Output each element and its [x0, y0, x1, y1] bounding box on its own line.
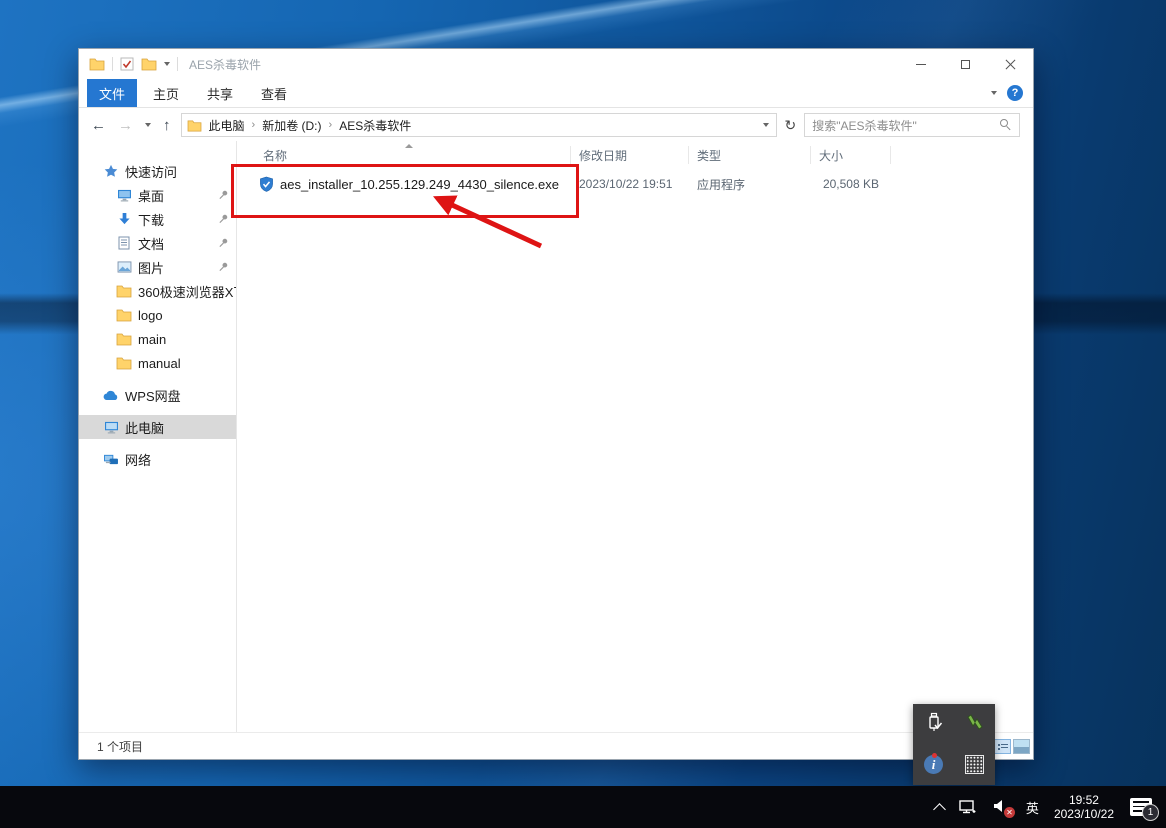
window-controls [898, 49, 1033, 79]
refresh-icon[interactable]: ↻ [785, 117, 797, 134]
forward-icon[interactable]: → [118, 117, 133, 134]
titlebar: AES杀毒软件 [79, 49, 1033, 79]
tray-expand-chevron-icon[interactable] [928, 786, 951, 828]
sidebar-item-folder-main[interactable]: main [79, 327, 236, 351]
address-row: ← → ↑ 此电脑 › 新加卷 (D:) › AES杀毒软件 ↻ 搜索"AES杀… [79, 108, 1033, 143]
navigation-pane: 快速访问 桌面 下载 文档 图片 360极速浏览器X logo main man… [79, 141, 237, 733]
computer-icon [103, 419, 119, 435]
help-icon[interactable]: ? [1007, 85, 1023, 101]
usb-safely-remove-icon[interactable] [924, 711, 944, 738]
sidebar-item-this-pc[interactable]: 此电脑 [79, 415, 236, 439]
star-icon [103, 163, 119, 179]
back-icon[interactable]: ← [91, 117, 106, 134]
pin-icon [218, 188, 229, 203]
sidebar-item-pictures[interactable]: 图片 [79, 255, 236, 279]
breadcrumb-current-folder[interactable]: AES杀毒软件 [332, 117, 418, 134]
sidebar-item-quick-access[interactable]: 快速访问 [79, 159, 236, 183]
volume-muted-icon[interactable]: ✕ [985, 786, 1019, 828]
folder-icon[interactable] [141, 57, 157, 71]
download-icon [116, 211, 132, 227]
clock-time: 19:52 [1068, 793, 1099, 807]
window-title: AES杀毒软件 [189, 57, 262, 72]
pin-icon [218, 212, 229, 227]
tab-home[interactable]: 主页 [141, 79, 191, 107]
close-button[interactable] [988, 49, 1033, 79]
recent-locations-chevron-icon[interactable] [145, 123, 151, 127]
desktop-icon [116, 187, 132, 203]
quick-access-toolbar: AES杀毒软件 [79, 56, 261, 73]
nav-buttons: ← → ↑ [91, 117, 171, 134]
pin-icon [218, 260, 229, 275]
column-header-type[interactable]: 类型 [689, 146, 811, 164]
notification-badge: 1 [1142, 804, 1159, 821]
separator [177, 57, 178, 71]
file-list: 名称 修改日期 类型 大小 aes_installer_10.255.129.2… [237, 141, 1033, 733]
pictures-icon [116, 259, 132, 275]
sidebar-item-folder-manual[interactable]: manual [79, 351, 236, 375]
breadcrumb-this-pc[interactable]: 此电脑 [202, 117, 252, 134]
folder-icon [116, 283, 132, 299]
tray-overflow-popup: i [913, 704, 995, 785]
tab-file[interactable]: 文件 [87, 79, 138, 107]
network-status-icon[interactable] [951, 786, 985, 828]
breadcrumb-drive-d[interactable]: 新加卷 (D:) [255, 117, 328, 134]
taskbar: ✕ 英 19:52 2023/10/22 1 [0, 786, 1166, 828]
cloud-icon [103, 387, 119, 403]
sort-ascending-icon [405, 144, 413, 148]
sidebar-item-desktop[interactable]: 桌面 [79, 183, 236, 207]
file-modified: 2023/10/22 19:51 [579, 177, 673, 191]
address-bar[interactable]: 此电脑 › 新加卷 (D:) › AES杀毒软件 [180, 113, 777, 137]
column-header-size[interactable]: 大小 [811, 146, 891, 164]
status-bar: 1 个项目 [79, 732, 1033, 759]
annotation-arrow [433, 195, 543, 249]
folder-icon [116, 307, 132, 323]
search-icon[interactable] [1000, 119, 1012, 131]
column-header-modified[interactable]: 修改日期 [571, 146, 689, 164]
chevron-down-icon[interactable] [164, 62, 170, 66]
minimize-button[interactable] [898, 49, 943, 79]
document-icon [116, 235, 132, 251]
details-view-toggle[interactable] [994, 739, 1011, 754]
item-count: 1 个项目 [97, 739, 144, 754]
notification-center-icon[interactable]: 1 [1130, 798, 1159, 821]
folder-icon [89, 58, 105, 71]
maximize-button[interactable] [943, 49, 988, 79]
folder-icon [187, 119, 201, 131]
sidebar-item-documents[interactable]: 文档 [79, 231, 236, 255]
ribbon-expand-chevron-icon[interactable] [991, 91, 997, 95]
search-placeholder: 搜索"AES杀毒软件" [812, 118, 917, 133]
sidebar-item-wps-cloud[interactable]: WPS网盘 [79, 383, 236, 407]
folder-icon [116, 331, 132, 347]
up-icon[interactable]: ↑ [163, 117, 171, 134]
tab-view[interactable]: 查看 [249, 79, 299, 107]
column-header-name[interactable]: 名称 [237, 146, 571, 164]
sidebar-item-folder-360[interactable]: 360极速浏览器X下载 [79, 279, 236, 303]
taskbar-clock[interactable]: 19:52 2023/10/22 [1046, 793, 1122, 821]
dotted-grid-tray-icon[interactable] [965, 755, 984, 775]
explorer-window: AES杀毒软件 文件 主页 共享 查看 ? ← → ↑ 此电脑 › 新加卷 (D… [78, 48, 1034, 760]
info-tray-icon[interactable]: i [924, 753, 943, 775]
clock-date: 2023/10/22 [1053, 807, 1114, 821]
sidebar-item-folder-logo[interactable]: logo [79, 303, 236, 327]
tab-share[interactable]: 共享 [195, 79, 245, 107]
sidebar-item-downloads[interactable]: 下载 [79, 207, 236, 231]
input-language-indicator[interactable]: 英 [1019, 786, 1046, 828]
network-icon [103, 451, 119, 467]
sidebar-item-network[interactable]: 网络 [79, 447, 236, 471]
address-dropdown-chevron-icon[interactable] [762, 123, 769, 127]
search-input[interactable]: 搜索"AES杀毒软件" [804, 113, 1021, 137]
file-type: 应用程序 [697, 177, 746, 192]
separator [112, 57, 113, 71]
checkbox-icon[interactable] [120, 57, 134, 71]
content-area: 快速访问 桌面 下载 文档 图片 360极速浏览器X logo main man… [79, 141, 1033, 733]
file-size: 20,508 KB [822, 177, 879, 191]
folder-icon [116, 355, 132, 371]
thumbnail-view-toggle[interactable] [1013, 739, 1030, 754]
ribbon-tabs: 文件 主页 共享 查看 ? [79, 79, 1033, 108]
desktop: AES杀毒软件 文件 主页 共享 查看 ? ← → ↑ 此电脑 › 新加卷 (D… [0, 0, 1166, 828]
pin-icon [218, 236, 229, 251]
green-utility-tray-icon[interactable] [964, 711, 986, 738]
